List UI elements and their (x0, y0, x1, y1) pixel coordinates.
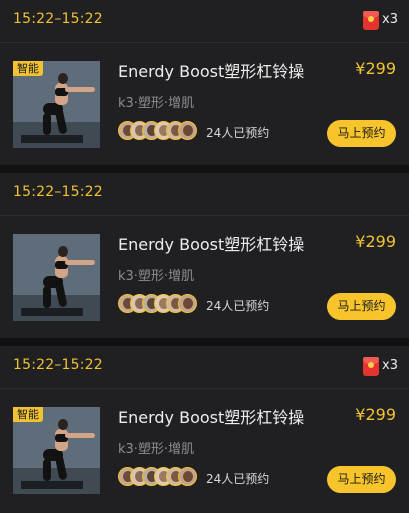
class-tags: k3·塑形·增肌 (118, 269, 195, 284)
class-card[interactable]: 15:22–15:22 Enerdy Boost塑形杠铃操 ¥299 k3·塑形… (0, 173, 409, 338)
booked-avatars (118, 294, 202, 314)
class-thumbnail[interactable] (13, 234, 100, 321)
booked-count: 24人已预约 (206, 472, 270, 486)
time-range: 15:22–15:22 (13, 184, 103, 200)
card-header: 15:22–15:22 x3 (0, 346, 409, 388)
divider (0, 42, 409, 43)
card-header: 15:22–15:22 x3 (0, 0, 409, 42)
booked-avatars (118, 467, 202, 487)
class-title[interactable]: Enerdy Boost塑形杠铃操 (118, 58, 304, 82)
class-list: 15:22–15:22 x3 智能 Enerdy Boost塑形杠铃操 ¥299… (0, 0, 409, 513)
class-price: ¥299 (355, 405, 396, 424)
red-envelope-icon (363, 11, 379, 30)
avatar (178, 121, 197, 140)
smart-badge: 智能 (13, 61, 43, 76)
red-envelope-icon (363, 357, 379, 376)
class-card[interactable]: 15:22–15:22 x3 智能 Enerdy Boost塑形杠铃操 ¥299… (0, 346, 409, 513)
class-tags: k3·塑形·增肌 (118, 96, 195, 111)
booked-count: 24人已预约 (206, 299, 270, 313)
booked-avatars (118, 121, 202, 141)
booked-count: 24人已预约 (206, 126, 270, 140)
book-now-button[interactable]: 马上预约 (327, 466, 396, 493)
avatar (178, 467, 197, 486)
smart-badge: 智能 (13, 407, 43, 422)
time-range: 15:22–15:22 (13, 11, 103, 27)
divider (0, 215, 409, 216)
class-title[interactable]: Enerdy Boost塑形杠铃操 (118, 231, 304, 255)
book-now-button[interactable]: 马上预约 (327, 120, 396, 147)
red-envelope-multiplier: x3 (382, 12, 398, 27)
time-range: 15:22–15:22 (13, 357, 103, 373)
card-header: 15:22–15:22 (0, 173, 409, 215)
class-price: ¥299 (355, 232, 396, 251)
class-price: ¥299 (355, 59, 396, 78)
red-envelope-multiplier: x3 (382, 358, 398, 373)
book-now-button[interactable]: 马上预约 (327, 293, 396, 320)
avatar (178, 294, 197, 313)
class-card[interactable]: 15:22–15:22 x3 智能 Enerdy Boost塑形杠铃操 ¥299… (0, 0, 409, 165)
divider (0, 388, 409, 389)
class-tags: k3·塑形·增肌 (118, 442, 195, 457)
class-title[interactable]: Enerdy Boost塑形杠铃操 (118, 404, 304, 428)
